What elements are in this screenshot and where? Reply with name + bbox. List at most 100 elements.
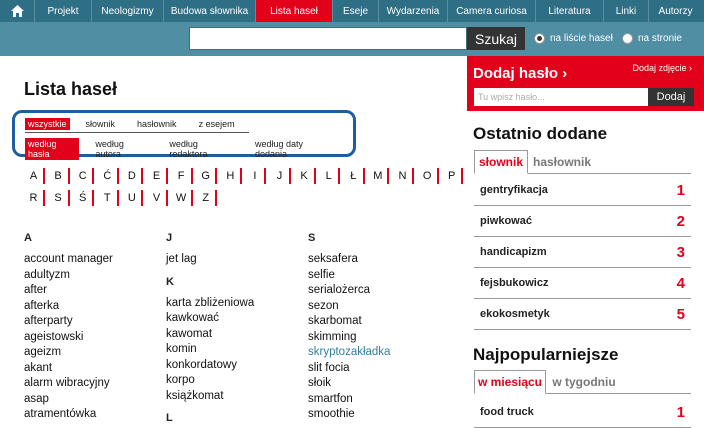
letter-link[interactable]: B [49, 168, 70, 184]
entry-list: karta zbliżeniowa kawkować kawomat komin kon… [166, 296, 254, 405]
add-entry-input[interactable]: Tu wpisz hasło... [474, 88, 648, 106]
entry-link[interactable]: skarbomat [308, 314, 390, 330]
letter-link[interactable]: C [73, 168, 95, 184]
radio-list-scope[interactable]: na liście haseł [534, 33, 613, 44]
nav-literatura[interactable]: Literatura [536, 0, 603, 22]
entry-link[interactable]: akant [24, 361, 113, 377]
letter-link[interactable]: V [147, 190, 168, 206]
entry-link[interactable]: jet lag [166, 252, 254, 268]
search-button[interactable]: Szukaj [467, 27, 525, 50]
sort-by-entry[interactable]: według hasła [25, 138, 80, 160]
ranked-item[interactable]: food truck 1 [474, 397, 691, 428]
filter-haslownik[interactable]: hasłownik [137, 119, 177, 129]
home-button[interactable] [0, 0, 34, 22]
tab-haslownik[interactable]: hasłownik [530, 150, 594, 174]
letter-link[interactable]: N [393, 168, 414, 184]
letter-link[interactable]: J [270, 168, 291, 184]
add-entry-title[interactable]: Dodaj hasło › [473, 65, 567, 82]
letter-link[interactable]: T [98, 190, 119, 206]
entry-link[interactable]: selfie [308, 268, 390, 284]
letter-link[interactable]: Z [196, 190, 218, 206]
entry-link[interactable]: książkomat [166, 389, 254, 405]
entry-link[interactable]: smartfon [308, 392, 390, 408]
letter-link[interactable]: F [172, 168, 193, 184]
entry-link[interactable]: skimming [308, 330, 390, 346]
entry-link[interactable]: alarm wibracyjny [24, 376, 113, 392]
letter-link[interactable]: I [245, 168, 267, 184]
entry-link[interactable]: afterka [24, 299, 113, 315]
ranked-word: handicapizm [480, 246, 547, 258]
letter-link[interactable]: P [442, 168, 464, 184]
nav-neologizmy[interactable]: Neologizmy [92, 0, 163, 22]
letter-heading: S [308, 232, 316, 244]
ranked-item[interactable]: ekokosmetyk 5 [474, 299, 691, 330]
sort-by-author[interactable]: według autora [95, 139, 147, 159]
entry-link[interactable]: smoothie [308, 407, 390, 423]
recent-list: gentryfikacja 1 piwkować 2 handicapizm 3 fejsb… [474, 175, 691, 330]
nav-autorzy[interactable]: Autorzy [649, 0, 702, 22]
nav-eseje[interactable]: Eseje [333, 0, 378, 22]
letter-link[interactable]: O [418, 168, 439, 184]
tab-w-miesiacu[interactable]: w miesiącu [474, 370, 546, 394]
entry-link[interactable]: słoik [308, 376, 390, 392]
letter-link[interactable]: A [24, 168, 45, 184]
entry-link[interactable]: after [24, 283, 113, 299]
letter-link[interactable]: M [368, 168, 390, 184]
nav-wydarzenia[interactable]: Wydarzenia [379, 0, 447, 22]
entry-link[interactable]: seksafera [308, 252, 390, 268]
nav-budowa-slownika[interactable]: Budowa słownika [164, 0, 255, 22]
letter-link[interactable]: R [24, 190, 45, 206]
letter-link[interactable]: L [319, 168, 341, 184]
nav-lista-hasel[interactable]: Lista haseł [256, 0, 332, 22]
letter-link[interactable]: Ć [98, 168, 119, 184]
add-entry-box: Dodaj hasło › Dodaj zdjęcie › Tu wpisz h… [467, 56, 704, 111]
letter-link[interactable]: E [147, 168, 168, 184]
letter-link[interactable]: K [295, 168, 316, 184]
letter-link[interactable]: Ś [73, 190, 95, 206]
nav-linki[interactable]: Linki [604, 0, 648, 22]
ranked-word: fejsbukowicz [480, 277, 549, 289]
search-input[interactable] [189, 27, 467, 50]
sort-by-date[interactable]: według daty dodania [255, 139, 331, 159]
entry-link[interactable]: afterparty [24, 314, 113, 330]
add-entry-button[interactable]: Dodaj [648, 88, 694, 106]
ranked-item[interactable]: piwkować 2 [474, 206, 691, 237]
entry-link[interactable]: account manager [24, 252, 113, 268]
recent-tabs: słownik hasłownik [474, 150, 691, 174]
entry-link[interactable]: atramentówka [24, 407, 113, 423]
entry-link[interactable]: kawkować [166, 311, 254, 327]
add-photo-link[interactable]: Dodaj zdjęcie › [632, 63, 692, 73]
ranked-item[interactable]: handicapizm 3 [474, 237, 691, 268]
filter-z-esejem[interactable]: z esejem [199, 119, 235, 129]
filter-slownik[interactable]: słownik [86, 119, 116, 129]
sort-by-editor[interactable]: według redaktora [169, 139, 233, 159]
tab-w-tygodniu[interactable]: w tygodniu [548, 370, 620, 394]
letter-link[interactable]: D [122, 168, 144, 184]
entry-link[interactable]: karta zbliżeniowa [166, 296, 254, 312]
entry-link[interactable]: korpo [166, 373, 254, 389]
ranked-item[interactable]: fejsbukowicz 4 [474, 268, 691, 299]
tab-slownik[interactable]: słownik [474, 150, 528, 174]
entry-link[interactable]: serialożerca [308, 283, 390, 299]
entry-link[interactable]: ageistowski [24, 330, 113, 346]
letter-link[interactable]: H [221, 168, 242, 184]
entry-link[interactable]: asap [24, 392, 113, 408]
letter-link[interactable]: U [122, 190, 144, 206]
entry-link[interactable]: slit focia [308, 361, 390, 377]
letter-link[interactable]: Ł [344, 168, 365, 184]
ranked-item[interactable]: gentryfikacja 1 [474, 175, 691, 206]
entry-link[interactable]: sezon [308, 299, 390, 315]
radio-page-scope[interactable]: na stronie [622, 33, 682, 44]
entry-link[interactable]: adultyzm [24, 268, 113, 284]
entry-link[interactable]: kawomat [166, 327, 254, 343]
filter-wszystkie[interactable]: wszystkie [25, 118, 70, 130]
letter-link[interactable]: W [172, 190, 193, 206]
entry-link[interactable]: ageizm [24, 345, 113, 361]
nav-projekt[interactable]: Projekt [35, 0, 91, 22]
entry-link[interactable]: komin [166, 342, 254, 358]
entry-link[interactable]: konkordatowy [166, 358, 254, 374]
nav-camera-curiosa[interactable]: Camera curiosa [448, 0, 535, 22]
letter-link[interactable]: G [196, 168, 218, 184]
entry-link[interactable]: skryptozakładka [308, 345, 390, 361]
letter-link[interactable]: S [49, 190, 70, 206]
